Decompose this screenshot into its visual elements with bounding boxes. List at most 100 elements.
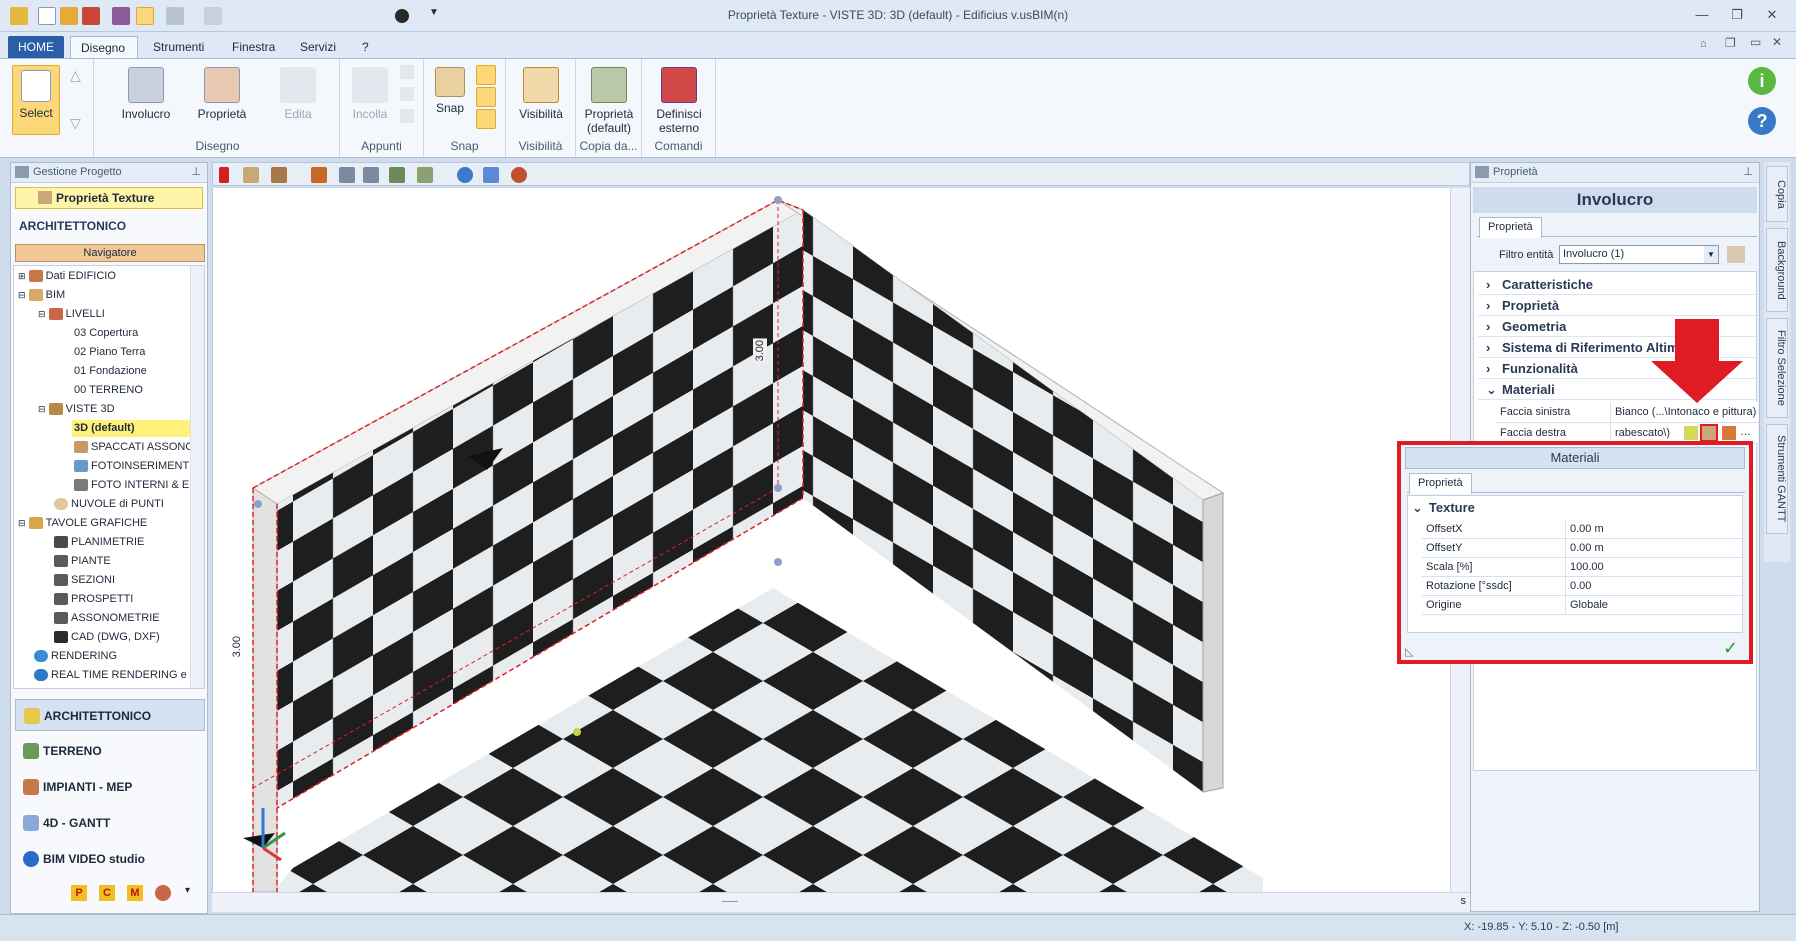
minimize-icon[interactable]: — bbox=[1690, 6, 1714, 24]
resize-grip-icon[interactable]: ◺ bbox=[1405, 645, 1413, 658]
tree-item[interactable]: SPACCATI ASSONO bbox=[74, 439, 194, 456]
layer-view-icon[interactable] bbox=[417, 167, 433, 183]
nav-impianti[interactable]: IMPIANTI - MEP bbox=[15, 771, 205, 803]
snap-grid-icon[interactable] bbox=[476, 109, 496, 129]
texture-pattern-icon[interactable] bbox=[271, 167, 287, 183]
ribbon-collapse-icon[interactable]: ⌂ bbox=[1700, 38, 1707, 50]
hscroll-grip[interactable] bbox=[722, 901, 738, 902]
viewport-hscroll[interactable]: s bbox=[212, 892, 1470, 912]
material-pick-icon[interactable] bbox=[1684, 426, 1698, 440]
mat-row-offsetx[interactable]: OffsetX 0.00 m bbox=[1422, 520, 1742, 539]
side-tab-filtro-selezione[interactable]: Filtro Selezione bbox=[1766, 318, 1788, 418]
side-tab-copia[interactable]: Copia bbox=[1766, 166, 1788, 222]
mat-value[interactable]: 0.00 m bbox=[1565, 520, 1742, 539]
category-caratteristiche[interactable]: › Caratteristiche bbox=[1478, 274, 1758, 295]
mat-row-scala[interactable]: Scala [%] 100.00 bbox=[1422, 558, 1742, 577]
tree-item[interactable]: 02 Piano Terra bbox=[74, 344, 145, 361]
snap-midpoint-icon[interactable] bbox=[476, 87, 496, 107]
grip-mid[interactable] bbox=[573, 728, 581, 736]
snap-button[interactable]: Snap bbox=[430, 67, 470, 115]
plugin-gear-icon[interactable] bbox=[155, 885, 171, 901]
texture-category[interactable]: ⌄ Texture bbox=[1412, 500, 1475, 516]
proprieta-default-button[interactable]: Proprietà (default) bbox=[580, 67, 638, 135]
scroll-up-icon[interactable]: △ bbox=[70, 67, 81, 84]
select-button[interactable]: Select bbox=[12, 65, 60, 135]
grip-corner[interactable] bbox=[774, 484, 782, 492]
mdi-min-icon[interactable]: ▭ bbox=[1750, 35, 1761, 49]
help-icon[interactable]: ? bbox=[1748, 107, 1776, 135]
involucro-button[interactable]: Involucro bbox=[116, 67, 176, 121]
copy-icon[interactable] bbox=[400, 65, 414, 79]
tree-item[interactable]: RENDERING bbox=[34, 648, 117, 665]
tree-item[interactable]: PROSPETTI bbox=[54, 591, 133, 608]
mat-value[interactable]: 0.00 bbox=[1565, 577, 1742, 596]
incolla-button[interactable]: Incolla bbox=[344, 67, 396, 121]
nav-terreno[interactable]: TERRENO bbox=[15, 735, 205, 767]
tree-item[interactable]: CAD (DWG, DXF) bbox=[54, 629, 160, 646]
axis-icon[interactable] bbox=[483, 167, 499, 183]
scroll-down-icon[interactable]: ▽ bbox=[70, 115, 81, 132]
edita-button[interactable]: Edita bbox=[268, 67, 328, 121]
tab-finestra[interactable]: Finestra bbox=[222, 36, 285, 58]
tree-item[interactable]: NUVOLE di PUNTI bbox=[54, 496, 164, 513]
grip-left[interactable] bbox=[254, 500, 262, 508]
mat-value[interactable]: Globale bbox=[1565, 596, 1742, 615]
terrain-view-icon[interactable] bbox=[389, 167, 405, 183]
plugin-p-icon[interactable]: P bbox=[71, 885, 87, 901]
mat-value[interactable]: 0.00 m bbox=[1565, 539, 1742, 558]
texture-properties-icon[interactable] bbox=[1700, 424, 1718, 442]
category-proprieta[interactable]: › Proprietà bbox=[1478, 295, 1758, 316]
material-edit-icon[interactable] bbox=[1722, 426, 1736, 440]
share-icon[interactable] bbox=[511, 167, 527, 183]
more-options-icon[interactable]: … bbox=[1740, 426, 1751, 438]
tab-proprieta[interactable]: Proprietà bbox=[1479, 217, 1542, 238]
pin-icon[interactable]: ⊥ bbox=[191, 165, 201, 178]
tree-item[interactable]: ⊟ VISTE 3D bbox=[38, 401, 115, 418]
plugin-m-icon[interactable]: M bbox=[127, 885, 143, 901]
nav-gantt[interactable]: 4D - GANTT bbox=[15, 807, 205, 839]
properties-pin-icon[interactable]: ⊥ bbox=[1743, 165, 1753, 178]
zoom-window-icon[interactable] bbox=[363, 167, 379, 183]
tree-item[interactable]: SEZIONI bbox=[54, 572, 115, 589]
tree-item[interactable]: 00 TERRENO bbox=[74, 382, 143, 399]
mat-row-rotazione[interactable]: Rotazione [°ssdc] 0.00 bbox=[1422, 577, 1742, 596]
restore-icon[interactable]: ❐ bbox=[1725, 6, 1749, 24]
side-tab-background[interactable]: Background bbox=[1766, 228, 1788, 312]
mat-row-origine[interactable]: Origine Globale bbox=[1422, 596, 1742, 615]
tab-strumenti[interactable]: Strumenti bbox=[143, 36, 214, 58]
prop-row-faccia-sinistra[interactable]: Faccia sinistra Bianco (...\Intonaco e p… bbox=[1496, 402, 1758, 423]
pin-red-icon[interactable] bbox=[219, 167, 229, 183]
tab-disegno[interactable]: Disegno bbox=[70, 36, 138, 58]
mdi-restore-icon[interactable]: ❐ bbox=[1725, 36, 1736, 50]
tree-item[interactable]: 03 Copertura bbox=[74, 325, 138, 342]
side-tab-strumenti-gantt[interactable]: Strumenti GANTT bbox=[1766, 424, 1788, 534]
tree-item[interactable]: FOTOINSERIMENTI bbox=[74, 458, 192, 475]
nav-video[interactable]: BIM VIDEO studio bbox=[15, 843, 205, 875]
tree-item[interactable]: ⊞ Dati EDIFICIO bbox=[18, 268, 116, 285]
tree-item[interactable]: PIANTE bbox=[54, 553, 111, 570]
tab-help[interactable]: ? bbox=[352, 36, 379, 58]
materials-tab-proprieta[interactable]: Proprietà bbox=[1409, 473, 1472, 494]
snap-endpoint-icon[interactable] bbox=[476, 65, 496, 85]
mat-value[interactable]: 100.00 bbox=[1565, 558, 1742, 577]
tree-item[interactable]: 01 Fondazione bbox=[74, 363, 147, 380]
grip-base[interactable] bbox=[774, 558, 782, 566]
zoom-extents-icon[interactable] bbox=[339, 167, 355, 183]
cut-icon[interactable] bbox=[400, 87, 414, 101]
close-icon[interactable]: ✕ bbox=[1760, 6, 1784, 24]
grip-top[interactable] bbox=[774, 196, 782, 204]
tree-item[interactable]: ⊟ TAVOLE GRAFICHE bbox=[18, 515, 147, 532]
tree-item[interactable]: REAL TIME RENDERING e VR bbox=[34, 667, 204, 684]
tree-item[interactable]: ASSONOMETRIE bbox=[54, 610, 160, 627]
definisci-esterno-button[interactable]: Definisci esterno bbox=[648, 67, 710, 135]
active-document[interactable]: Proprietà Texture bbox=[15, 187, 203, 209]
bucket-icon[interactable] bbox=[311, 167, 327, 183]
viewport-3d[interactable]: 3.00 3.00 bbox=[212, 188, 1470, 892]
tree-item[interactable]: PLANIMETRIE bbox=[54, 534, 144, 551]
filter-edit-icon[interactable] bbox=[1727, 246, 1745, 263]
navigator-bar[interactable]: Navigatore bbox=[15, 244, 205, 262]
prop-value[interactable]: Bianco (...\Intonaco e pittura) bbox=[1610, 402, 1758, 423]
tree-item[interactable]: ⊟ LIVELLI bbox=[38, 306, 105, 323]
chevron-down-icon[interactable]: ▼ bbox=[1704, 246, 1718, 263]
tree-item[interactable]: ⊟ BIM bbox=[18, 287, 65, 304]
